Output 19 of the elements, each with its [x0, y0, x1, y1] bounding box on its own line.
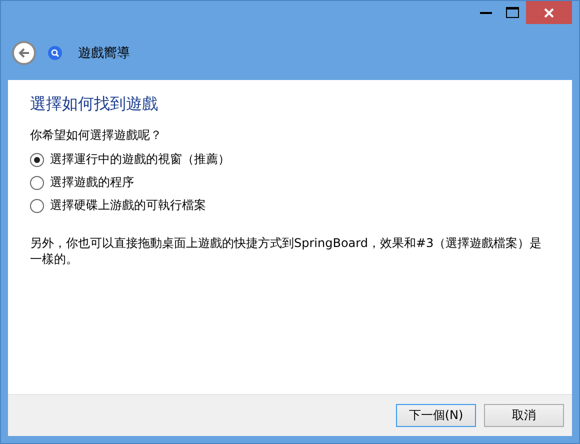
option-label[interactable]: 選擇遊戲的程序	[50, 174, 134, 191]
close-icon	[544, 8, 554, 18]
back-arrow-icon	[18, 48, 30, 58]
cancel-button[interactable]: 取消	[484, 404, 564, 427]
next-button[interactable]: 下一個(N)	[396, 404, 476, 427]
option-label[interactable]: 選擇硬碟上游戲的可執行檔案	[50, 197, 206, 214]
radio-button[interactable]	[30, 152, 44, 166]
option-label[interactable]: 選擇運行中的遊戲的視窗（推薦）	[50, 151, 230, 168]
search-icon	[48, 46, 62, 60]
question-text: 你希望如何選擇遊戲呢？	[30, 127, 163, 144]
close-button[interactable]	[526, 1, 572, 24]
radio-button[interactable]	[30, 176, 44, 190]
page-heading: 選擇如何找到遊戲	[30, 94, 159, 115]
maximize-icon	[506, 7, 519, 18]
back-button[interactable]	[12, 40, 36, 64]
window-title: 遊戲嚮導	[78, 44, 130, 62]
minimize-icon	[480, 11, 492, 14]
note-text: 另外，你也可以直接拖動桌面上遊戲的快捷方式到SpringBoard，效果和#3（選擇遊戲檔案）是一樣的。	[30, 235, 543, 267]
radio-button[interactable]	[30, 198, 44, 212]
